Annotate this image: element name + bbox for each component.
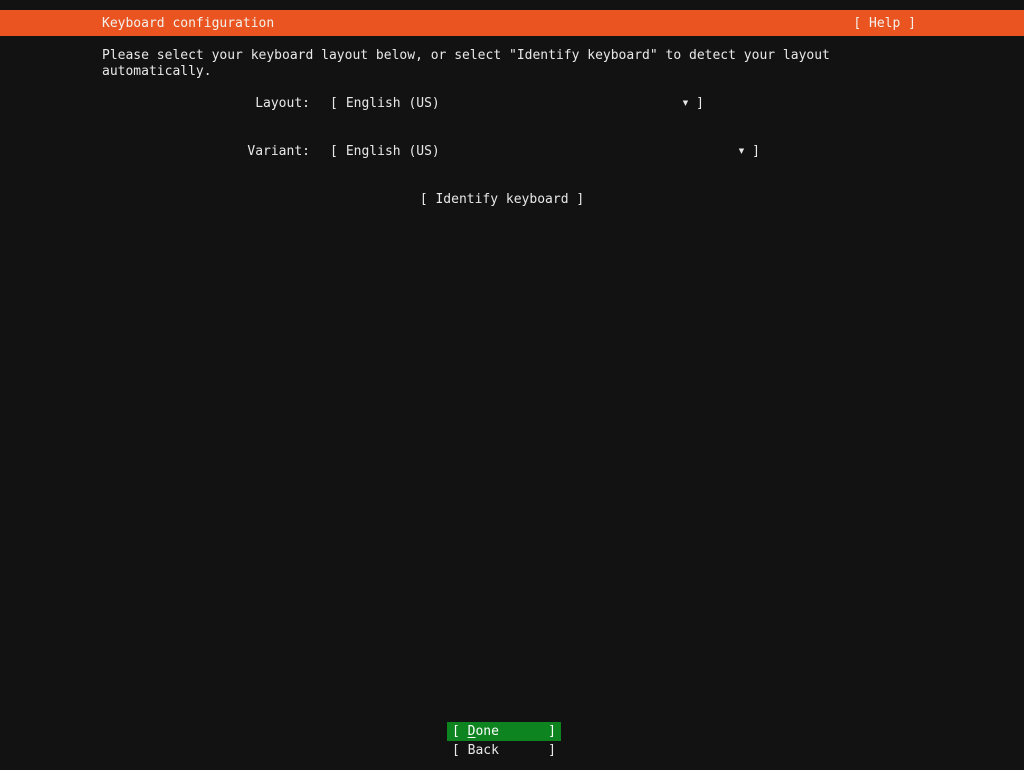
identify-keyboard-button[interactable]: [ Identify keyboard ] xyxy=(102,192,902,207)
variant-select-value-group: [ English (US) xyxy=(330,144,440,159)
layout-select-arrow-group: ▼ ] xyxy=(683,96,704,111)
back-button[interactable]: [ Back ] xyxy=(447,741,561,759)
chevron-down-icon: ▼ xyxy=(682,98,689,109)
open-bracket: [ xyxy=(452,742,460,758)
close-bracket: ] xyxy=(752,144,760,159)
done-button[interactable]: [ Done ] xyxy=(447,722,561,741)
help-button[interactable]: [ Help ] xyxy=(853,16,916,31)
done-label-rest: one xyxy=(475,724,499,739)
page-title: Keyboard configuration xyxy=(102,15,275,31)
open-bracket: [ xyxy=(452,724,460,739)
layout-select-value-group: [ English (US) xyxy=(330,96,440,111)
instructions-text: Please select your keyboard layout below… xyxy=(102,48,838,79)
layout-select-value: English (US) xyxy=(345,96,440,111)
close-bracket: ] xyxy=(548,742,556,758)
chevron-down-icon: ▼ xyxy=(738,146,745,157)
layout-label: Layout: xyxy=(255,96,310,111)
close-bracket: ] xyxy=(548,724,556,739)
open-bracket: [ xyxy=(330,96,338,111)
variant-select-value: English (US) xyxy=(345,144,440,159)
close-bracket: ] xyxy=(696,96,704,111)
variant-select-arrow-group: ▼ ] xyxy=(739,144,760,159)
installer-screen: Keyboard configuration [ Help ] Please s… xyxy=(0,0,1024,770)
layout-select[interactable]: [ English (US) ▼ ] xyxy=(330,96,704,111)
variant-select[interactable]: [ English (US) ▼ ] xyxy=(330,144,760,159)
done-button-label: [ Done xyxy=(452,724,499,739)
back-label-text: Back xyxy=(467,742,499,758)
back-button-label: [ Back xyxy=(452,743,499,758)
variant-label: Variant: xyxy=(247,144,310,159)
title-bar: Keyboard configuration [ Help ] xyxy=(0,10,1024,36)
open-bracket: [ xyxy=(330,144,338,159)
